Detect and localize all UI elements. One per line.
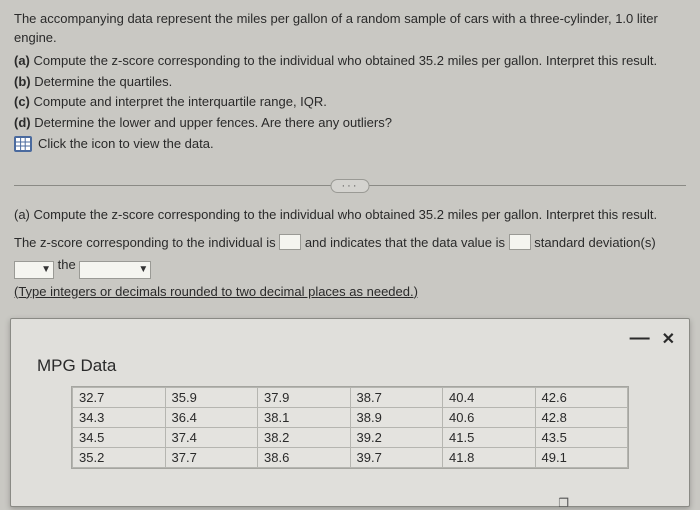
- chevron-down-icon: ▼: [41, 261, 51, 278]
- table-cell: 36.4: [165, 408, 258, 428]
- table-cell: 39.2: [350, 428, 443, 448]
- part-d-text: Determine the lower and upper fences. Ar…: [34, 115, 392, 130]
- table-cell: 41.8: [443, 448, 536, 468]
- table-row: 34.537.438.239.241.543.5: [73, 428, 628, 448]
- divider-expand-button[interactable]: ···: [331, 179, 370, 193]
- table-cell: 39.7: [350, 448, 443, 468]
- intro-text: The accompanying data represent the mile…: [14, 10, 686, 48]
- stddev-input[interactable]: [509, 234, 531, 250]
- table-cell: 35.9: [165, 388, 258, 408]
- part-b-text: Determine the quartiles.: [34, 74, 172, 89]
- table-cell: 49.1: [535, 448, 628, 468]
- table-cell: 38.2: [258, 428, 351, 448]
- click-data-text: Click the icon to view the data.: [38, 135, 214, 154]
- measure-select[interactable]: ▼: [79, 261, 151, 279]
- minimize-button[interactable]: —: [630, 327, 650, 350]
- table-row: 32.735.937.938.740.442.6: [73, 388, 628, 408]
- table-row: 34.336.438.138.940.642.8: [73, 408, 628, 428]
- part-c-text: Compute and interpret the interquartile …: [34, 94, 327, 109]
- copy-icon[interactable]: ❐: [558, 496, 569, 510]
- table-cell: 37.9: [258, 388, 351, 408]
- table-cell: 35.2: [73, 448, 166, 468]
- table-row: 35.237.738.639.741.849.1: [73, 448, 628, 468]
- part-b: (b) Determine the quartiles.: [14, 73, 686, 92]
- rounding-note: (Type integers or decimals rounded to tw…: [14, 281, 686, 303]
- data-table-icon[interactable]: [14, 136, 32, 152]
- table-cell: 32.7: [73, 388, 166, 408]
- table-cell: 42.6: [535, 388, 628, 408]
- table-cell: 38.7: [350, 388, 443, 408]
- zscore-input[interactable]: [279, 234, 301, 250]
- table-cell: 37.7: [165, 448, 258, 468]
- part-c: (c) Compute and interpret the interquart…: [14, 93, 686, 112]
- table-cell: 40.4: [443, 388, 536, 408]
- table-cell: 38.1: [258, 408, 351, 428]
- question-heading: (a) Compute the z-score corresponding to…: [14, 204, 686, 226]
- table-cell: 34.5: [73, 428, 166, 448]
- table-cell: 43.5: [535, 428, 628, 448]
- close-button[interactable]: ✕: [662, 329, 675, 349]
- mpg-data-modal: — ✕ MPG Data 32.735.937.938.740.442.634.…: [10, 318, 690, 507]
- table-cell: 38.6: [258, 448, 351, 468]
- sentence-pre: The z-score corresponding to the individ…: [14, 235, 279, 250]
- section-divider: ···: [14, 176, 686, 196]
- part-d: (d) Determine the lower and upper fences…: [14, 114, 686, 133]
- sentence-mid: and indicates that the data value is: [305, 235, 509, 250]
- table-cell: 42.8: [535, 408, 628, 428]
- table-cell: 38.9: [350, 408, 443, 428]
- sentence-post: standard deviation(s): [534, 235, 655, 250]
- part-a-text: Compute the z-score corresponding to the…: [34, 53, 658, 68]
- table-cell: 37.4: [165, 428, 258, 448]
- mpg-data-table: 32.735.937.938.740.442.634.336.438.138.9…: [72, 387, 628, 468]
- direction-select[interactable]: ▼: [14, 261, 54, 279]
- table-cell: 41.5: [443, 428, 536, 448]
- modal-title: MPG Data: [11, 352, 689, 386]
- part-a: (a) Compute the z-score corresponding to…: [14, 52, 686, 71]
- table-cell: 40.6: [443, 408, 536, 428]
- the-word: the: [58, 257, 80, 272]
- table-cell: 34.3: [73, 408, 166, 428]
- chevron-down-icon: ▼: [138, 261, 148, 278]
